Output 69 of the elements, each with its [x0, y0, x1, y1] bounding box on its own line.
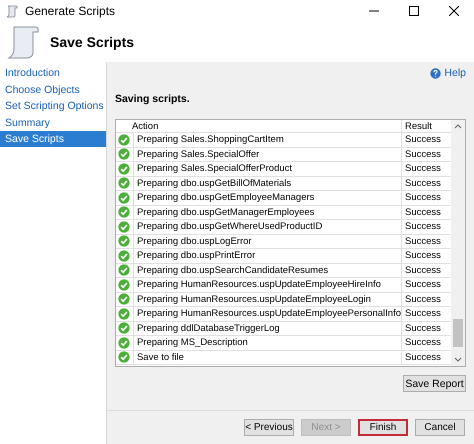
help-link[interactable]: Help [444, 67, 466, 79]
action-cell: Preparing Sales.SpecialOfferProduct [134, 162, 402, 176]
check-icon [118, 148, 130, 160]
result-cell-text: Success [404, 206, 442, 219]
result-cell-text: Success [404, 176, 442, 190]
close-icon[interactable] [449, 6, 459, 16]
result-cell-text: Success [404, 234, 442, 248]
check-icon [118, 162, 130, 175]
result-cell-text: Success [404, 249, 442, 262]
action-cell: Preparing MS_Description [134, 336, 402, 350]
result-cell-text: Success [404, 322, 442, 335]
scroll-icon [6, 24, 40, 60]
sidebar-item[interactable]: Summary [0, 114, 106, 130]
scroll-thumb[interactable] [453, 319, 463, 347]
column-header: Action [116, 120, 402, 132]
action-cell: Preparing dbo.uspLogError [134, 234, 402, 248]
check-icon [118, 235, 130, 248]
action-cell: Preparing Sales.ShoppingCartItem [134, 133, 402, 146]
action-cell: Preparing HumanResources.uspUpdateEmployeeLogin [134, 292, 402, 306]
maximize-icon[interactable] [409, 6, 419, 16]
result-cell-text: Success [404, 307, 442, 320]
column-header: Result [404, 120, 433, 132]
page-title: Save Scripts [50, 34, 134, 50]
check-icon [118, 206, 130, 218]
check-icon [118, 177, 130, 190]
result-cell-text: Success [404, 350, 442, 364]
result-cell-text: Success [404, 292, 442, 306]
check-icon [118, 308, 130, 320]
check-icon [118, 351, 130, 364]
action-cell: Preparing dbo.uspPrintError [134, 249, 402, 262]
result-cell-text: Success [404, 191, 442, 204]
action-cell: Preparing dbo.uspGetBillOfMaterials [134, 176, 402, 190]
action-cell: Preparing dbo.uspGetEmployeeManagers [134, 191, 402, 204]
status-text: Saving scripts. [114, 93, 191, 107]
help-icon[interactable] [430, 68, 442, 78]
wizard-button[interactable]: < Previous [244, 419, 294, 436]
action-cell: Preparing dbo.uspSearchCandidateResumes [134, 264, 402, 277]
result-cell-text: Success [404, 220, 442, 234]
sidebar-item[interactable]: Choose Objects [0, 82, 106, 98]
action-cell: Preparing HumanResources.uspUpdateEmployeeHireInfo [134, 278, 402, 292]
result-cell-text: Success [404, 278, 442, 292]
result-cell-text: Success [404, 264, 442, 277]
action-cell: Preparing ddlDatabaseTriggerLog [134, 322, 402, 335]
result-cell-text: Success [404, 148, 442, 161]
check-icon [118, 293, 130, 306]
action-cell: Preparing dbo.uspGetManagerEmployees [134, 206, 402, 219]
result-cell-text: Success [404, 133, 442, 146]
check-icon [118, 322, 130, 334]
save-report-button[interactable]: Save Report [403, 375, 466, 392]
check-icon [118, 192, 130, 204]
action-cell: Save to file [134, 350, 402, 364]
check-icon [118, 220, 130, 233]
action-cell: Preparing Sales.SpecialOffer [134, 148, 402, 161]
check-icon [118, 250, 130, 262]
sidebar-item[interactable]: Set Scripting Options [0, 98, 106, 114]
window-title: Generate Scripts [25, 4, 116, 18]
result-cell-text: Success [404, 336, 442, 350]
action-cell: Preparing HumanResources.uspUpdateEmployeePersonalInfo [134, 307, 402, 320]
check-icon [118, 278, 130, 291]
check-icon [118, 134, 130, 146]
action-cell: Preparing dbo.uspGetWhereUsedProductID [134, 220, 402, 234]
check-icon [118, 336, 130, 349]
scroll-icon [5, 4, 19, 18]
wizard-button[interactable]: Cancel [415, 419, 465, 436]
result-cell-text: Success [404, 162, 442, 176]
sidebar-item[interactable]: Introduction [0, 65, 106, 81]
sidebar-item[interactable]: Save Scripts [0, 131, 106, 147]
wizard-button[interactable]: Finish [358, 419, 408, 436]
check-icon [118, 264, 130, 276]
